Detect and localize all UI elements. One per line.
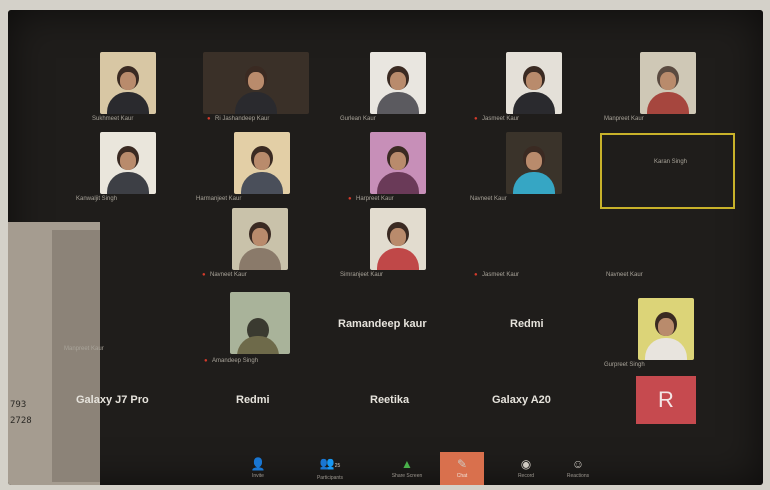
participant-video	[234, 132, 290, 194]
mic-muted-icon: ●	[204, 358, 208, 364]
share-screen-label: Share Screen	[391, 473, 423, 479]
participant-name: Sukhmeet Kaur	[92, 116, 134, 122]
mic-muted-icon: ●	[348, 196, 352, 202]
participant-name: Jasmeet Kaur	[482, 116, 520, 122]
participant-video	[100, 52, 156, 114]
participant-name: Jasmeet Kaur	[482, 272, 520, 278]
left-strip-panel	[52, 230, 100, 482]
participant-name: Harpreet Kaur	[356, 196, 394, 202]
participant-name: Ri Jashandeep Kaur	[215, 116, 270, 122]
participants-icon: 👥25	[319, 455, 341, 470]
participant-video	[638, 298, 694, 360]
chat-button[interactable]: ✎ Chat	[440, 452, 484, 485]
participant-video	[232, 208, 288, 270]
reactions-label: Reactions	[566, 473, 590, 479]
mic-muted-icon: ●	[474, 272, 478, 278]
strip-text-1: 793	[10, 400, 27, 410]
participant-name-large: Redmi	[236, 394, 270, 406]
participant-video	[640, 52, 696, 114]
participant-name: Karan Singh	[654, 159, 688, 165]
mic-muted-icon: ●	[202, 272, 206, 278]
left-edge-strip: 793 2728	[8, 222, 100, 485]
invite-icon: 👤	[250, 457, 266, 471]
participant-video	[203, 52, 309, 114]
mic-muted-icon: ●	[474, 116, 478, 122]
participant-name-large: Reetika	[370, 394, 410, 406]
participant-name: Gurlean Kaur	[340, 116, 376, 122]
participant-video	[506, 132, 562, 194]
participant-name-large: Galaxy A20	[492, 394, 551, 406]
invite-label: Invite	[252, 473, 264, 479]
share-screen-icon: ▲	[401, 457, 413, 471]
reactions-icon: ☺	[571, 457, 585, 471]
participant-name: Navneet Kaur	[210, 272, 247, 278]
record-icon: ◉	[520, 457, 532, 471]
participant-video	[370, 52, 426, 114]
participant-video	[100, 132, 156, 194]
active-speaker-tile[interactable]: Karan Singh	[600, 133, 735, 209]
strip-text-2: 2728	[10, 416, 32, 426]
participant-name: Kanwaljit Singh	[76, 196, 118, 202]
participant-name: Navneet Kaur	[470, 196, 507, 202]
participants-count: 25	[334, 462, 341, 469]
chat-label: Chat	[456, 473, 468, 479]
participant-name: Manpreet Kaur	[64, 346, 104, 352]
share-screen-button[interactable]: ▲ Share Screen	[382, 452, 432, 485]
record-label: Record	[517, 473, 535, 479]
participant-video	[370, 208, 426, 270]
participant-name-large: Redmi	[510, 318, 544, 330]
avatar[interactable]: R	[636, 376, 696, 424]
participant-name: Manpreet Kaur	[604, 116, 644, 122]
participant-name: Navneet Kaur	[606, 272, 643, 278]
participants-label: Participants	[316, 474, 344, 481]
participant-video	[230, 292, 290, 354]
chat-icon: ✎	[456, 457, 468, 471]
participant-name: Harmanjeet Kaur	[196, 196, 242, 202]
participant-name-large: Ramandeep kaur	[338, 318, 427, 330]
participant-name: Amandeep Singh	[212, 358, 259, 364]
meeting-toolbar: 👤 Invite 👥25 Participants ▲ Share Screen…	[228, 452, 608, 485]
reactions-button[interactable]: ☺ Reactions	[556, 452, 600, 485]
participant-name-large: Galaxy J7 Pro	[76, 394, 149, 406]
participants-button[interactable]: 👥25 Participants	[302, 452, 358, 485]
record-button[interactable]: ◉ Record	[504, 452, 548, 485]
participant-video	[370, 132, 426, 194]
mic-muted-icon: ●	[207, 116, 211, 122]
invite-button[interactable]: 👤 Invite	[236, 452, 280, 485]
participant-name: Gurpreet Singh	[604, 362, 645, 368]
meeting-gallery-view: 793 2728 Sukhmeet Kaur ● Ri Jashandeep K…	[8, 10, 763, 485]
participant-name: Simranjeet Kaur	[340, 272, 384, 278]
participant-video	[506, 52, 562, 114]
